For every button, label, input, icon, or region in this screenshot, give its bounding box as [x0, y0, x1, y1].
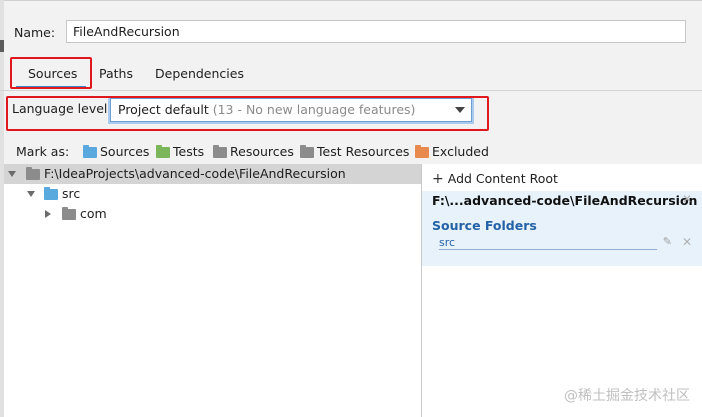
tabs-divider — [0, 90, 702, 91]
tab-dependencies[interactable]: Dependencies — [155, 66, 244, 81]
mark-as-test-resources-button[interactable]: Test Resources — [300, 144, 409, 159]
folder-icon — [62, 207, 76, 220]
tree-row-com[interactable]: com — [4, 204, 421, 224]
sources-folder-icon — [83, 145, 97, 158]
sidebar-marker — [0, 40, 4, 52]
add-content-root-button[interactable]: + Add Content Root — [432, 171, 558, 187]
resources-folder-icon — [213, 145, 227, 158]
tree-row-root[interactable]: F:\IdeaProjects\advanced-code\FileAndRec… — [4, 164, 421, 184]
content-root-tree[interactable]: F:\IdeaProjects\advanced-code\FileAndRec… — [4, 164, 421, 417]
content-root-panel: + Add Content Root F:\...advanced-code\Fi… — [422, 164, 702, 417]
name-label: Name: — [14, 25, 56, 40]
mark-as-resources-label: Resources — [230, 144, 294, 159]
excluded-folder-icon — [415, 145, 429, 158]
folder-icon — [44, 187, 58, 200]
source-folder-item[interactable]: src — [439, 237, 657, 250]
annotation-highlight-tabs — [10, 57, 92, 89]
mark-as-excluded-label: Excluded — [432, 144, 489, 159]
close-icon[interactable]: ✕ — [682, 192, 692, 206]
expand-arrow-icon[interactable] — [8, 164, 16, 184]
mark-as-test-resources-label: Test Resources — [317, 144, 410, 159]
tree-com-label: com — [80, 206, 107, 221]
tree-row-src[interactable]: src — [4, 184, 421, 204]
close-icon[interactable]: ✕ — [682, 235, 692, 249]
tests-folder-icon — [156, 145, 170, 158]
content-root-entry: F:\...advanced-code\FileAndRecursion ✕ S… — [422, 191, 702, 266]
folder-icon — [26, 167, 40, 180]
expand-arrow-icon[interactable] — [27, 184, 35, 204]
source-folders-heading: Source Folders — [432, 218, 537, 233]
add-content-root-label: Add Content Root — [447, 171, 558, 186]
module-name-field[interactable]: FileAndRecursion — [66, 20, 686, 43]
mark-as-label: Mark as: — [16, 144, 70, 159]
tree-src-label: src — [62, 186, 81, 201]
plus-icon: + — [432, 171, 444, 187]
mark-as-sources-button[interactable]: Sources — [83, 144, 149, 159]
tree-root-label: F:\IdeaProjects\advanced-code\FileAndRec… — [44, 166, 346, 181]
mark-as-resources-button[interactable]: Resources — [213, 144, 294, 159]
expand-arrow-icon[interactable] — [45, 204, 51, 224]
mark-as-excluded-button[interactable]: Excluded — [415, 144, 489, 159]
test-resources-folder-icon — [300, 145, 314, 158]
content-root-path: F:\...advanced-code\FileAndRecursion — [432, 193, 698, 208]
watermark: @稀土掘金技术社区 — [564, 388, 690, 404]
mark-as-sources-label: Sources — [100, 144, 150, 159]
edit-icon[interactable]: ✎ — [663, 235, 672, 248]
mark-as-tests-button[interactable]: Tests — [156, 144, 204, 159]
mark-as-tests-label: Tests — [173, 144, 205, 159]
tab-paths[interactable]: Paths — [99, 66, 133, 81]
annotation-highlight-language — [6, 96, 489, 131]
top-border — [0, 0, 702, 1]
